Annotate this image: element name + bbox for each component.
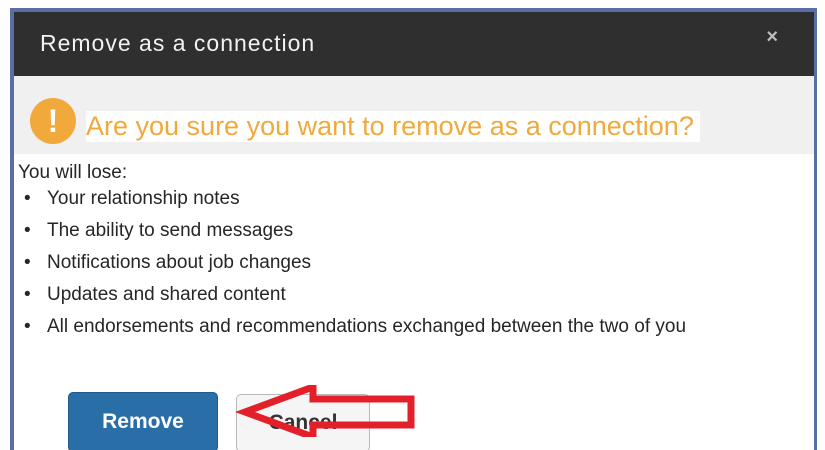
list-item-text: The ability to send messages [47, 220, 294, 241]
annotation-arrow-icon [235, 385, 415, 437]
dialog-titlebar: Remove as a connection × [14, 12, 814, 76]
list-item: • The ability to send messages [18, 220, 798, 241]
list-item: • All endorsements and recommendations ex… [18, 316, 798, 337]
list-item: • Notifications about job changes [18, 252, 798, 273]
bullet-icon: • [24, 220, 31, 241]
warning-message: Are you sure you want to remove as a con… [86, 111, 700, 142]
close-icon[interactable]: × [766, 26, 778, 49]
list-item: • Your relationship notes [18, 188, 798, 209]
lose-list: • Your relationship notes • The ability to… [18, 188, 798, 350]
bullet-icon: • [24, 252, 31, 273]
list-item: • Updates and shared content [18, 284, 798, 305]
warning-icon: ! [30, 98, 76, 144]
bullet-icon: • [24, 316, 31, 337]
list-item-text: All endorsements and recommendations exc… [47, 316, 687, 337]
bullet-icon: • [24, 284, 31, 305]
list-item-text: Your relationship notes [47, 188, 240, 209]
lose-label: You will lose: [18, 162, 128, 183]
remove-button[interactable]: Remove [68, 392, 218, 450]
dialog-title: Remove as a connection [40, 30, 316, 56]
bullet-icon: • [24, 188, 31, 209]
list-item-text: Updates and shared content [47, 284, 286, 305]
list-item-text: Notifications about job changes [47, 252, 312, 273]
